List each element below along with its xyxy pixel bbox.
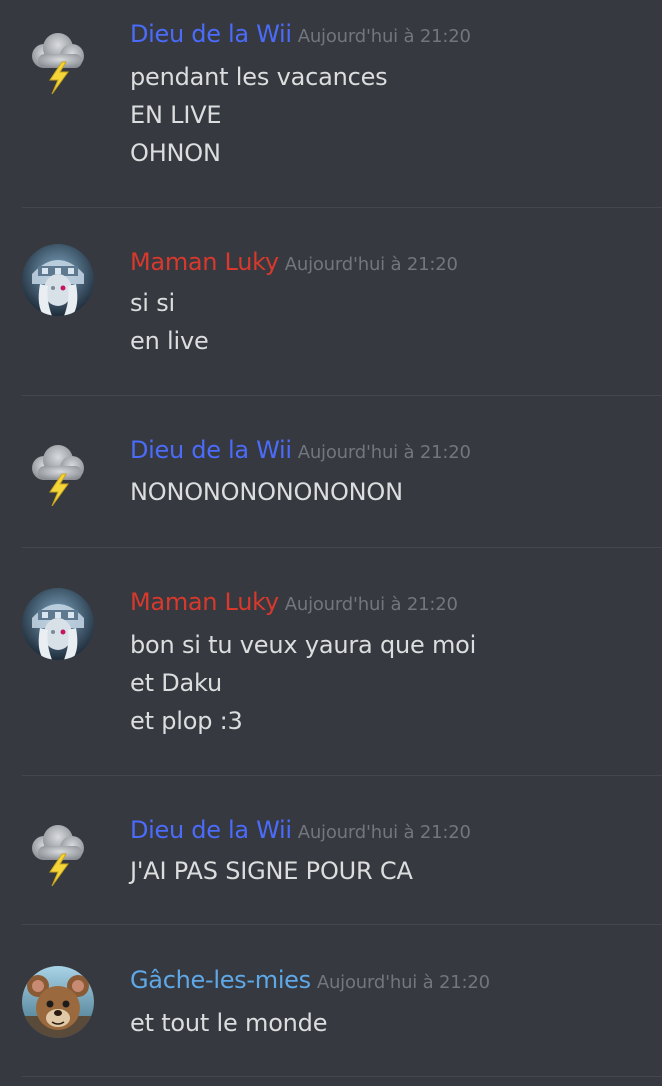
message-content: si si en live (130, 284, 209, 360)
message-divider (22, 775, 662, 776)
message-divider (22, 1076, 662, 1077)
storm-cloud-icon (32, 33, 84, 95)
message-content: NONONONONONONON (130, 473, 403, 511)
timestamp: Aujourd'hui à 21:20 (297, 26, 471, 47)
username[interactable]: Gâche-les-mies (130, 966, 311, 994)
storm-cloud-icon (32, 825, 84, 887)
avatar[interactable] (22, 588, 94, 660)
storm-cloud-icon (32, 445, 84, 507)
mouse-avatar (22, 966, 94, 1038)
timestamp: Aujourd'hui à 21:20 (284, 254, 458, 275)
message-content: bon si tu veux yaura que moi et Daku et pl… (130, 626, 476, 740)
message-line: pendant les vacances (130, 63, 388, 91)
timestamp: Aujourd'hui à 21:20 (297, 822, 471, 843)
message-content: J'AI PAS SIGNE POUR CA (130, 852, 413, 890)
message-header: Dieu de la Wii Aujourd'hui à 21:20 (130, 816, 471, 852)
message-content: et tout le monde (130, 1004, 327, 1042)
username[interactable]: Dieu de la Wii (130, 816, 292, 844)
character-avatar (22, 588, 94, 660)
message-line: et Daku (130, 669, 222, 697)
message-line: OHNON (130, 139, 221, 167)
message-header: Maman Luky Aujourd'hui à 21:20 (130, 588, 458, 624)
message-divider (22, 395, 662, 396)
message-header: Gâche-les-mies Aujourd'hui à 21:20 (130, 966, 490, 1002)
timestamp: Aujourd'hui à 21:20 (284, 594, 458, 615)
avatar[interactable] (22, 26, 94, 98)
avatar[interactable] (22, 818, 94, 890)
message-line: bon si tu veux yaura que moi (130, 631, 477, 659)
message-divider (22, 207, 662, 208)
avatar[interactable] (22, 438, 94, 510)
timestamp: Aujourd'hui à 21:20 (316, 972, 490, 993)
message-divider (22, 924, 662, 925)
avatar[interactable] (22, 966, 94, 1038)
message-line: si si (130, 289, 175, 317)
message-header: Dieu de la Wii Aujourd'hui à 21:20 (130, 436, 471, 472)
username[interactable]: Maman Luky (130, 248, 279, 276)
message-line: NONONONONONONON (130, 478, 403, 506)
message-line: J'AI PAS SIGNE POUR CA (130, 857, 413, 885)
message-header: Maman Luky Aujourd'hui à 21:20 (130, 248, 458, 284)
message-divider (22, 547, 662, 548)
username[interactable]: Dieu de la Wii (130, 436, 292, 464)
username[interactable]: Dieu de la Wii (130, 20, 292, 48)
timestamp: Aujourd'hui à 21:20 (297, 442, 471, 463)
message-line: en live (130, 327, 209, 355)
username[interactable]: Maman Luky (130, 588, 279, 616)
character-avatar (22, 244, 94, 316)
message-header: Dieu de la Wii Aujourd'hui à 21:20 (130, 20, 471, 56)
message-content: pendant les vacances EN LIVE OHNON (130, 58, 388, 172)
message-line: EN LIVE (130, 101, 222, 129)
message-line: et tout le monde (130, 1009, 328, 1037)
message-line: et plop :3 (130, 707, 243, 735)
avatar[interactable] (22, 244, 94, 316)
